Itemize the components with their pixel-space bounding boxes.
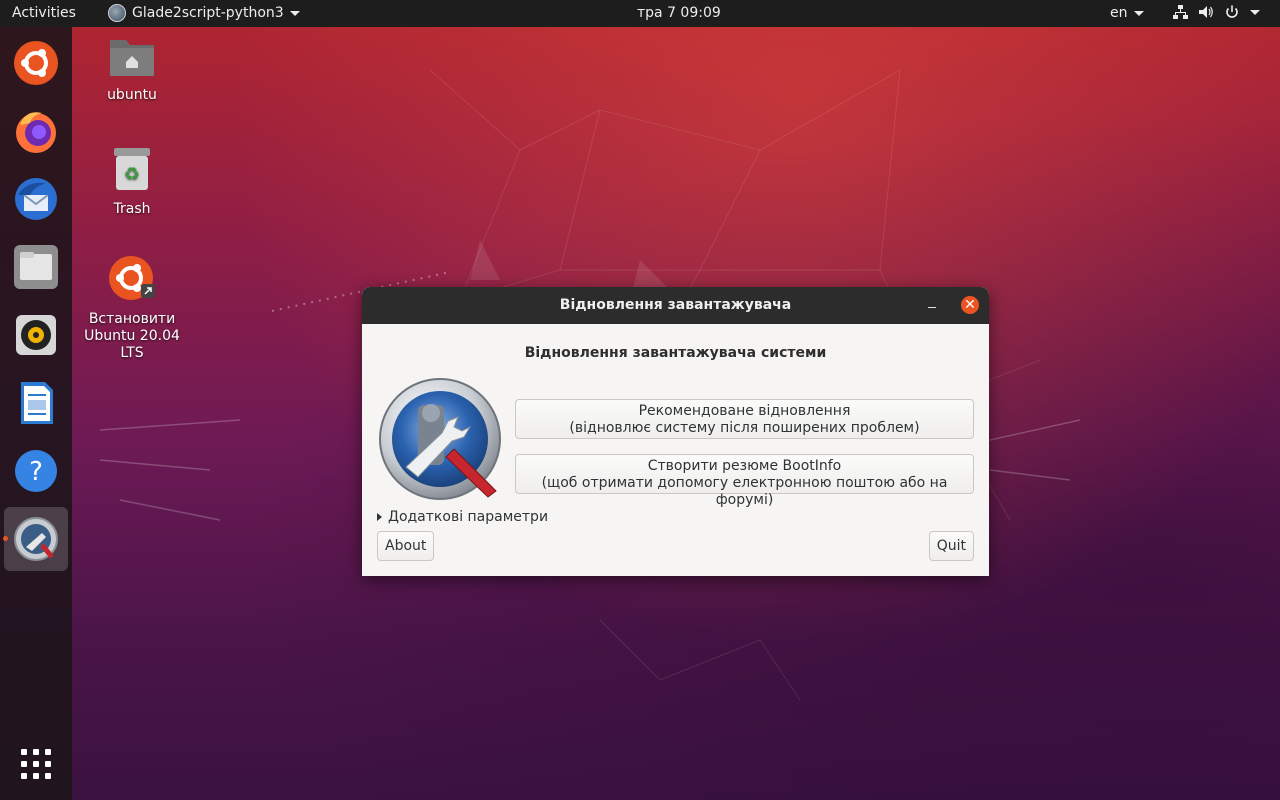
dock-thunderbird[interactable] <box>8 171 64 227</box>
firefox-icon <box>16 112 56 153</box>
thunderbird-icon <box>15 178 57 220</box>
language-label: en <box>1110 5 1128 21</box>
home-folder-label: ubuntu <box>107 87 157 103</box>
about-button[interactable]: About <box>377 531 435 561</box>
close-icon: ✕ <box>964 297 976 313</box>
recommended-repair-subtitle: (відновлює систему після поширених пробл… <box>569 420 920 436</box>
trash-label: Trash <box>113 201 151 217</box>
desktop-home-folder[interactable]: ubuntu <box>77 36 187 104</box>
power-icon <box>1226 5 1238 18</box>
language-selector[interactable]: en <box>1110 5 1144 21</box>
chevron-down-icon <box>1250 9 1260 15</box>
ubuntu-installer-icon <box>14 41 58 85</box>
trash-icon: ♻ <box>114 148 150 190</box>
minimize-button[interactable] <box>923 295 943 315</box>
app-menu-icon <box>108 4 126 22</box>
advanced-options-label: Додаткові параметри <box>388 509 549 525</box>
chevron-down-icon <box>289 10 300 16</box>
dock-writer[interactable] <box>8 375 64 431</box>
bootinfo-summary-title: Створити резюме BootInfo <box>647 458 842 474</box>
dialog-titlebar[interactable]: Відновлення завантажувача ✕ <box>362 287 989 324</box>
advanced-options-expander[interactable]: Додаткові параметри <box>377 509 548 525</box>
recommended-repair-button[interactable]: Рекомендоване відновлення (відновлює сис… <box>515 399 974 439</box>
dialog-title: Відновлення завантажувача <box>559 297 792 313</box>
rhythmbox-icon <box>16 315 56 355</box>
app-menu-label: Glade2script-python3 <box>132 5 284 21</box>
clock[interactable]: тра 7 09:09 <box>637 5 721 21</box>
quit-button[interactable]: Quit <box>928 531 974 561</box>
dock-firefox[interactable] <box>8 103 64 159</box>
files-icon <box>14 245 58 289</box>
volume-icon <box>1199 6 1213 18</box>
bootinfo-summary-button[interactable]: Створити резюме BootInfo (щоб отримати д… <box>515 454 974 508</box>
desktop-trash[interactable]: ♻ Trash <box>77 146 187 218</box>
bootinfo-summary-subtitle: (щоб отримати допомогу електронною пошто… <box>541 475 948 508</box>
svg-text:?: ? <box>29 457 43 487</box>
dialog-heading: Відновлення завантажувача системи <box>524 345 827 361</box>
dock-files[interactable] <box>8 239 64 295</box>
dock-boot-repair[interactable] <box>4 507 68 571</box>
dock-help[interactable]: ? <box>8 443 64 499</box>
install-ubuntu-icon <box>109 256 155 300</box>
network-icon <box>1173 5 1188 19</box>
dock: ? <box>0 27 72 800</box>
boot-repair-logo-icon <box>379 378 501 500</box>
top-bar: Activities Glade2script-python3 тра 7 09… <box>0 0 1280 27</box>
chevron-down-icon <box>1133 10 1144 16</box>
home-folder-icon <box>110 40 154 76</box>
dock-ubuntu-installer[interactable] <box>8 35 64 91</box>
app-menu[interactable]: Glade2script-python3 <box>108 4 300 22</box>
show-applications-icon <box>21 749 51 779</box>
expander-arrow-icon <box>377 513 382 521</box>
desktop-install-ubuntu[interactable]: Встановити Ubuntu 20.04 LTS <box>77 254 187 362</box>
boot-repair-dialog: Відновлення завантажувача ✕ Відновлення … <box>362 287 989 576</box>
install-ubuntu-label: Встановити Ubuntu 20.04 LTS <box>84 311 180 361</box>
dock-show-applications[interactable] <box>8 736 64 792</box>
libreoffice-writer-icon <box>21 382 53 424</box>
activities-button[interactable]: Activities <box>12 5 76 21</box>
system-menu[interactable] <box>1172 4 1260 20</box>
recommended-repair-title: Рекомендоване відновлення <box>638 403 851 419</box>
boot-repair-icon <box>14 517 58 561</box>
dock-rhythmbox[interactable] <box>8 307 64 363</box>
running-indicator <box>3 536 8 541</box>
help-icon: ? <box>15 450 57 492</box>
svg-text:♻: ♻ <box>124 164 140 185</box>
close-button[interactable]: ✕ <box>961 296 979 314</box>
